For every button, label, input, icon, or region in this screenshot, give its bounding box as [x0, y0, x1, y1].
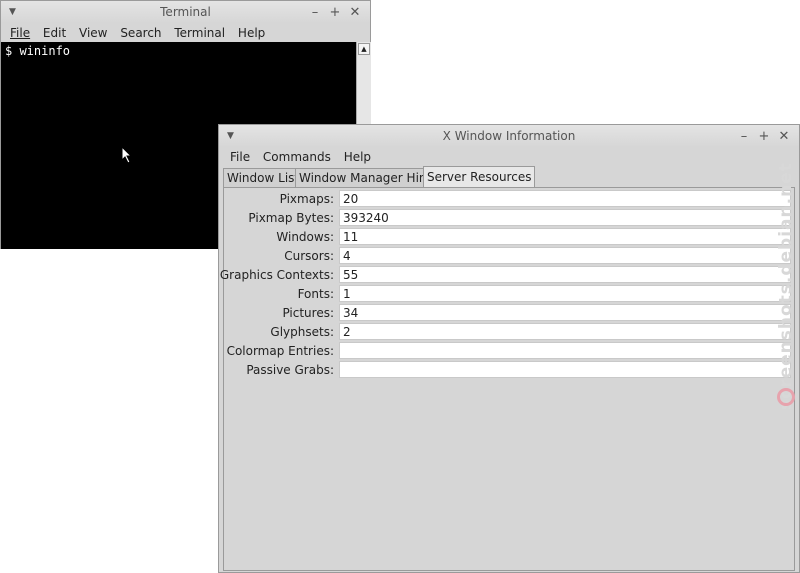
- watermark-text: screenshots.debian.net: [776, 162, 796, 410]
- minimize-icon[interactable]: –: [737, 126, 751, 148]
- resource-value[interactable]: 393240: [339, 209, 791, 226]
- resource-value[interactable]: 4: [339, 247, 791, 264]
- mouse-pointer-icon: [121, 146, 133, 164]
- resource-label: Windows:: [276, 230, 334, 244]
- maximize-icon[interactable]: +: [757, 126, 771, 148]
- tab-window-list[interactable]: Window List: [223, 168, 304, 188]
- resource-row: Colormap Entries:: [224, 342, 794, 361]
- menu-help[interactable]: Help: [238, 23, 265, 43]
- menu-terminal[interactable]: Terminal: [174, 23, 225, 43]
- resource-value[interactable]: 55: [339, 266, 791, 283]
- menu-commands[interactable]: Commands: [263, 147, 331, 167]
- menu-help[interactable]: Help: [344, 147, 371, 167]
- resource-label: Passive Grabs:: [246, 363, 334, 377]
- resource-label: Pictures:: [282, 306, 334, 320]
- resource-value[interactable]: 20: [339, 190, 791, 207]
- resource-row: Passive Grabs:: [224, 361, 794, 380]
- resource-label: Pixmap Bytes:: [248, 211, 334, 225]
- resource-label: Fonts:: [297, 287, 334, 301]
- resource-row: Cursors: 4: [224, 247, 794, 266]
- scroll-up-icon[interactable]: ▲: [358, 43, 370, 55]
- terminal-titlebar[interactable]: ▼ Terminal – + ✕: [1, 1, 370, 23]
- minimize-icon[interactable]: –: [308, 2, 322, 24]
- menu-search[interactable]: Search: [120, 23, 161, 43]
- menu-view[interactable]: View: [79, 23, 107, 43]
- resource-label: Glyphsets:: [270, 325, 334, 339]
- resource-row: Graphics Contexts: 55: [220, 266, 794, 285]
- resource-value[interactable]: 1: [339, 285, 791, 302]
- maximize-icon[interactable]: +: [328, 2, 342, 24]
- resource-row: Fonts: 1: [224, 285, 794, 304]
- resource-row: Windows: 11: [224, 228, 794, 247]
- resource-label: Cursors:: [284, 249, 334, 263]
- xwininfo-title: X Window Information: [442, 129, 576, 143]
- resource-label: Graphics Contexts:: [219, 268, 334, 282]
- resource-value[interactable]: [339, 361, 791, 378]
- debian-logo-icon: [777, 388, 795, 406]
- close-icon[interactable]: ✕: [348, 2, 362, 24]
- menu-file[interactable]: File: [230, 147, 250, 167]
- tab-server-resources[interactable]: Server Resources: [423, 166, 536, 188]
- xwininfo-menubar: File Commands Help: [221, 147, 799, 167]
- menu-edit[interactable]: Edit: [43, 23, 66, 43]
- tab-window-manager-hints[interactable]: Window Manager Hints: [295, 168, 442, 188]
- resource-row: Pixmap Bytes: 393240: [224, 209, 794, 228]
- resource-row: Pixmaps: 20: [224, 190, 794, 209]
- close-icon[interactable]: ✕: [777, 126, 791, 148]
- window-menu-icon[interactable]: ▼: [9, 1, 16, 23]
- prompt-line: $ wininfo: [5, 44, 71, 58]
- xwininfo-window: ▼ X Window Information – + ✕ File Commands…: [218, 124, 800, 573]
- resource-label: Colormap Entries:: [226, 344, 334, 358]
- resource-label: Pixmaps:: [279, 192, 334, 206]
- resource-value[interactable]: 34: [339, 304, 791, 321]
- resource-value[interactable]: [339, 342, 791, 359]
- resource-value[interactable]: 2: [339, 323, 791, 340]
- server-resources-panel: Pixmaps: 20 Pixmap Bytes: 393240 Windows: 1…: [220, 187, 795, 571]
- resource-row: Glyphsets: 2: [224, 323, 794, 342]
- resource-row: Pictures: 34: [224, 304, 794, 323]
- menu-file[interactable]: File: [10, 23, 30, 43]
- xwininfo-titlebar[interactable]: ▼ X Window Information – + ✕: [219, 125, 799, 147]
- window-menu-icon[interactable]: ▼: [227, 125, 234, 147]
- resource-value[interactable]: 11: [339, 228, 791, 245]
- terminal-title: Terminal: [160, 5, 211, 19]
- terminal-menubar: File Edit View Search Terminal Help: [1, 23, 370, 43]
